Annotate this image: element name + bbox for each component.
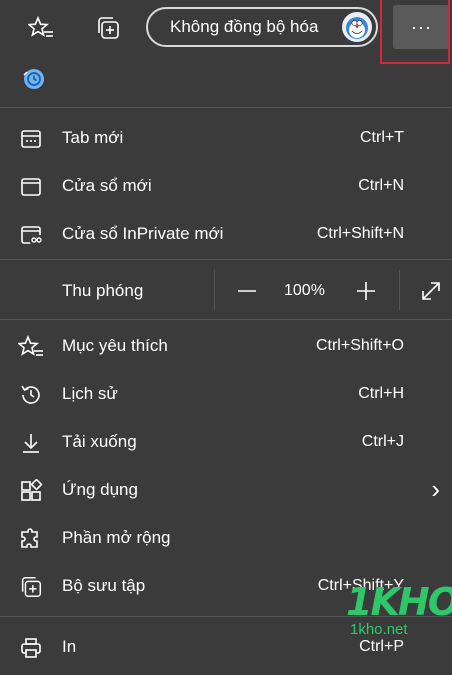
menu-item-apps[interactable]: Ứng dụng ›	[0, 466, 452, 514]
divider	[0, 259, 452, 260]
chevron-right-icon: ›	[431, 474, 440, 504]
menu-item-shortcut: Ctrl+J	[361, 433, 404, 450]
menu-item-shortcut: Ctrl+T	[360, 129, 404, 146]
divider	[0, 616, 452, 617]
fullscreen-button[interactable]	[416, 276, 446, 306]
menu-item-print[interactable]: In Ctrl+P	[0, 623, 452, 671]
menu-item-shortcut: Ctrl+Shift+N	[316, 225, 404, 242]
menu-item-label: Tab mới	[62, 128, 124, 147]
menu-item-history[interactable]: Lịch sử Ctrl+H	[0, 370, 452, 418]
menu-item-new-window[interactable]: Cửa sổ mới Ctrl+N	[0, 162, 452, 210]
zoom-separator	[214, 270, 215, 310]
new-window-icon	[18, 174, 44, 200]
apps-icon	[18, 478, 44, 504]
menu-item-label: In	[62, 637, 77, 656]
menu-item-new-tab[interactable]: Tab mới Ctrl+T	[0, 114, 452, 162]
avatar	[342, 12, 372, 42]
menu-item-shortcut: Ctrl+P	[359, 638, 404, 655]
zoom-label: Thu phóng	[62, 281, 144, 300]
menu-item-label: Tải xuống	[62, 432, 137, 451]
printer-icon	[18, 635, 44, 661]
zoom-in-button[interactable]	[351, 276, 381, 306]
menu-item-label: Bộ sưu tập	[62, 576, 146, 595]
collections-icon[interactable]	[91, 11, 125, 45]
browser-toolbar: Không đồng bộ hóa ···	[0, 0, 452, 64]
menu-item-shortcut: Ctrl+Shift+O	[315, 337, 404, 354]
fullscreen-icon	[422, 282, 440, 300]
sync-profile-button[interactable]: Không đồng bộ hóa	[146, 7, 378, 47]
divider	[0, 107, 452, 108]
menu-item-label: Phần mở rộng	[62, 528, 171, 547]
menu-item-shortcut: Ctrl+Shift+Y	[317, 577, 404, 594]
history-icon	[18, 382, 44, 408]
more-options-button[interactable]: ···	[393, 5, 450, 49]
menu-item-label: Cửa sổ InPrivate mới	[62, 224, 224, 243]
extensions-puzzle-icon	[18, 526, 44, 552]
menu-item-extensions[interactable]: Phần mở rộng	[0, 514, 452, 562]
menu-item-favorites[interactable]: Mục yêu thích Ctrl+Shift+O	[0, 322, 452, 370]
zoom-level: 100%	[284, 282, 325, 299]
divider	[0, 319, 452, 320]
download-icon	[18, 430, 44, 456]
zoom-row: Thu phóng 100%	[0, 264, 452, 318]
collections-icon	[18, 574, 44, 600]
more-options-label: ···	[411, 16, 432, 37]
menu-item-label: Cửa sổ mới	[62, 176, 152, 195]
zoom-separator	[399, 270, 400, 310]
menu-item-label: Mục yêu thích	[62, 336, 168, 355]
menu-item-collections[interactable]: Bộ sưu tập Ctrl+Shift+Y	[0, 562, 452, 610]
zoom-out-button[interactable]	[232, 276, 262, 306]
menu-item-shortcut: Ctrl+H	[358, 385, 404, 402]
new-tab-icon	[18, 126, 44, 152]
menu-item-shortcut: Ctrl+N	[358, 177, 404, 194]
sidebar-row	[0, 58, 452, 108]
sync-status-label: Không đồng bộ hóa	[170, 17, 319, 36]
favorites-icon	[18, 334, 44, 360]
menu-item-new-inprivate[interactable]: Cửa sổ InPrivate mới Ctrl+Shift+N	[0, 210, 452, 258]
menu-item-label: Lịch sử	[62, 384, 118, 403]
copilot-icon[interactable]	[21, 66, 47, 92]
menu-item-downloads[interactable]: Tải xuống Ctrl+J	[0, 418, 452, 466]
favorites-star-icon[interactable]	[24, 11, 58, 45]
menu-item-label: Ứng dụng	[62, 480, 138, 499]
inprivate-window-icon	[18, 222, 44, 248]
